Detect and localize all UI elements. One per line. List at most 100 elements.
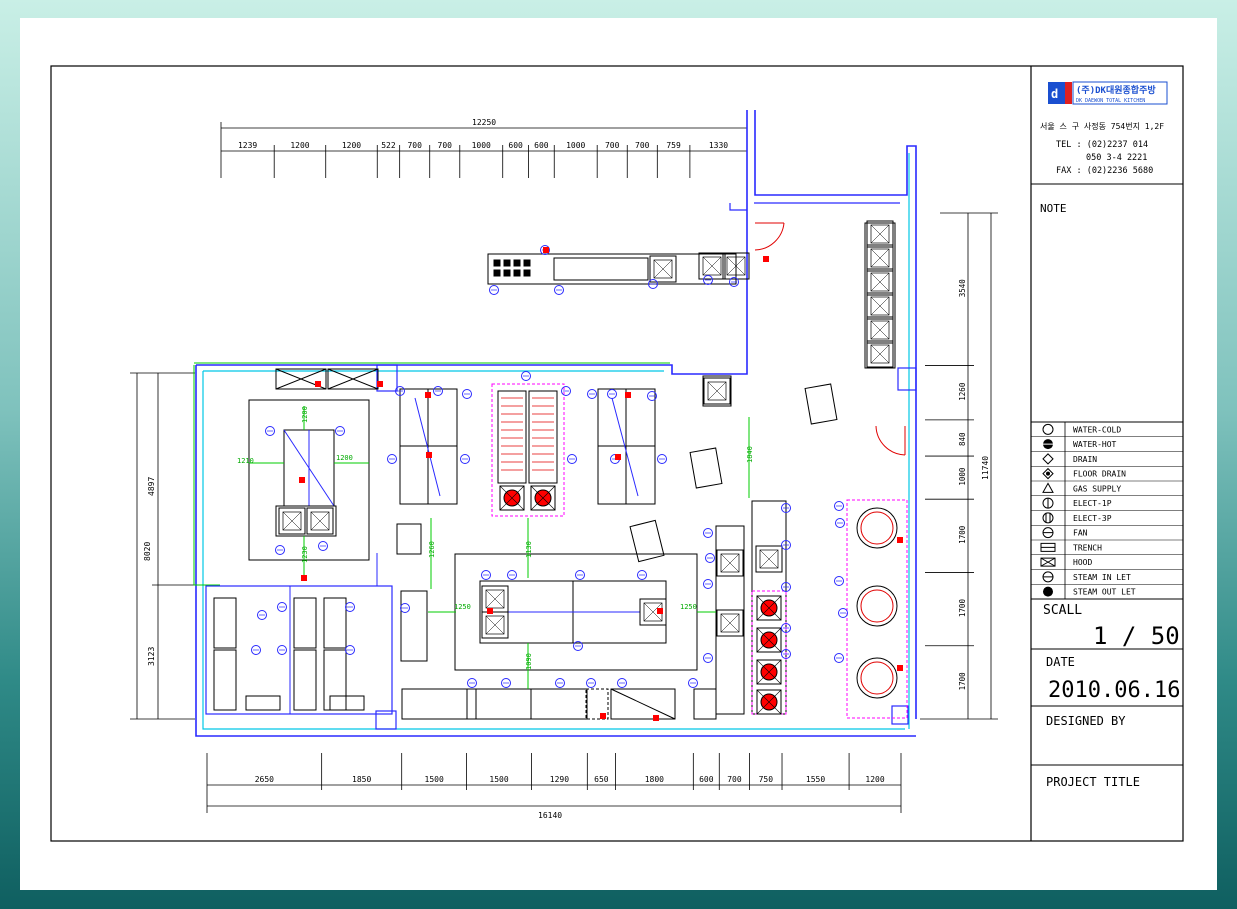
dim-bottom-seg: 1200 <box>865 775 884 784</box>
symbol-legend: WATER-COLD WATER-HOT DRAIN FLOOR DRAIN GAS S… <box>1031 422 1183 599</box>
note-label: NOTE <box>1040 202 1067 215</box>
legend-label: HOOD <box>1073 558 1092 567</box>
fan-icon <box>1042 527 1054 539</box>
svg-text:1230: 1230 <box>301 546 309 563</box>
elect-1p-icon <box>1042 497 1054 509</box>
elect-3p-icon <box>1042 512 1054 524</box>
svg-text:1840: 1840 <box>746 446 754 463</box>
company-address: 서울 스 구 사정동 754번지 1,2F <box>1040 121 1164 131</box>
svg-text:1090: 1090 <box>525 653 533 670</box>
dim-left-seg: 4897 <box>147 477 156 496</box>
dim-bottom-seg: 650 <box>594 775 609 784</box>
dim-right-seg: 1260 <box>958 382 967 401</box>
dim-bottom-seg: 750 <box>759 775 774 784</box>
dim-top-seg: 1239 <box>238 141 257 150</box>
water-hot-icon <box>1043 439 1053 450</box>
legend-label: TRENCH <box>1073 543 1102 552</box>
project-title-label: PROJECT TITLE <box>1046 775 1140 789</box>
date-label: DATE <box>1046 655 1075 669</box>
dim-bottom-seg: 600 <box>699 775 714 784</box>
legend-label: ELECT-1P <box>1073 499 1112 508</box>
drawing-sheet: d (주)DK대원종합주방 DK DAEWON TOTAL KITCHEN 서울… <box>20 18 1217 890</box>
dim-left-seg: 3123 <box>147 647 156 666</box>
designed-by-label: DESIGNED BY <box>1046 714 1126 728</box>
dim-bottom-seg: 1800 <box>645 775 664 784</box>
steam-inlet-icon <box>1042 571 1054 583</box>
legend-label: GAS SUPPLY <box>1073 484 1121 493</box>
legend-label: FAN <box>1073 529 1088 538</box>
scale-label: SCALL <box>1043 603 1082 618</box>
utility-points <box>251 245 848 688</box>
dim-top-seg: 600 <box>508 141 523 150</box>
dimension-top: 12250 1239 1200 1200 522 700 700 1000 600 600 100… <box>220 118 748 178</box>
legend-label: STEAM OUT LET <box>1073 588 1136 597</box>
dim-right-seg: 1700 <box>958 672 967 691</box>
svg-text:1200: 1200 <box>301 406 309 423</box>
date-value: 2010.06.16 <box>1048 678 1180 703</box>
company-subtitle: DK DAEWON TOTAL KITCHEN <box>1076 98 1145 104</box>
dim-top-total: 12250 <box>472 118 496 127</box>
dim-right-seg: 1700 <box>958 599 967 618</box>
svg-text:d: d <box>1051 87 1058 101</box>
dim-top-seg: 759 <box>666 141 681 150</box>
dim-bottom-seg: 700 <box>727 775 742 784</box>
dim-bottom-seg: 2650 <box>255 775 274 784</box>
legend-label: ELECT-3P <box>1073 514 1112 523</box>
dim-right-total: 11740 <box>981 456 990 480</box>
legend-label: DRAIN <box>1073 455 1097 464</box>
dim-bottom-seg: 1500 <box>489 775 508 784</box>
dim-bottom-seg: 1850 <box>352 775 371 784</box>
dim-top-seg: 1000 <box>566 141 585 150</box>
steam-outlet-icon <box>1043 586 1053 597</box>
steam-kettles <box>846 499 908 719</box>
dim-bottom-seg: 1500 <box>425 775 444 784</box>
dimension-bottom: 16140 2650 1850 1500 1500 1290 650 1800 600 700 7… <box>206 753 902 820</box>
legend-label: STEAM IN LET <box>1073 573 1131 582</box>
drain-icon <box>1042 453 1054 465</box>
dim-top-seg: 522 <box>381 141 396 150</box>
dim-right-seg: 1700 <box>958 525 967 544</box>
company-name: (주)DK대원종합주방 <box>1076 84 1156 96</box>
dim-top-seg: 700 <box>635 141 650 150</box>
svg-text:1200: 1200 <box>336 454 353 462</box>
dim-top-seg: 1200 <box>342 141 361 150</box>
dim-top-seg: 700 <box>407 141 422 150</box>
floor-plan-drawing: d (주)DK대원종합주방 DK DAEWON TOTAL KITCHEN 서울… <box>50 65 1184 842</box>
dim-bottom-seg: 1550 <box>806 775 825 784</box>
dim-bottom-total: 16140 <box>538 811 562 820</box>
company-logo: d (주)DK대원종합주방 DK DAEWON TOTAL KITCHEN <box>1048 81 1168 105</box>
hood-icon <box>1040 557 1056 567</box>
dim-bottom-seg: 1290 <box>550 775 569 784</box>
dim-right-seg: 1000 <box>958 467 967 486</box>
sheet-border <box>50 65 1184 842</box>
dim-top-seg: 1330 <box>709 141 728 150</box>
dim-right-seg: 840 <box>958 432 967 446</box>
title-block: d (주)DK대원종합주방 DK DAEWON TOTAL KITCHEN 서울… <box>1031 81 1183 789</box>
dim-top-seg: 700 <box>605 141 620 150</box>
dim-top-seg: 700 <box>438 141 453 150</box>
legend-label: WATER-HOT <box>1073 440 1117 449</box>
scale-value: 1 / 50 <box>1093 622 1180 650</box>
gas-supply-icon <box>1042 482 1054 493</box>
dim-top-seg: 1200 <box>290 141 309 150</box>
equipment-layout <box>213 220 908 720</box>
company-tel-1: TEL : (02)2237 014 <box>1056 140 1148 150</box>
svg-text:1130: 1130 <box>525 541 533 558</box>
dim-top-seg: 600 <box>534 141 549 150</box>
svg-text:1260: 1260 <box>428 541 436 558</box>
dim-right-seg: 3540 <box>958 279 967 298</box>
dimension-left: 8020 4897 3123 <box>130 372 195 720</box>
dim-left-total: 8020 <box>143 542 152 561</box>
water-cold-icon <box>1042 423 1054 435</box>
dimension-right: 11740 3540 1260 840 1000 1700 1700 1700 <box>920 212 998 720</box>
connection-points <box>299 247 903 721</box>
interior-dimension-labels: 1200 1210 1200 1230 1260 1840 1130 1250 … <box>237 406 754 670</box>
legend-label: FLOOR DRAIN <box>1073 470 1126 479</box>
svg-text:1250: 1250 <box>454 603 471 611</box>
trench-icon <box>1040 542 1056 552</box>
floor-drain-icon <box>1042 467 1054 480</box>
dim-top-seg: 1000 <box>472 141 491 150</box>
legend-label: WATER-COLD <box>1073 425 1121 434</box>
svg-text:1210: 1210 <box>237 457 254 465</box>
company-tel-2: 050 3-4 2221 <box>1086 153 1147 163</box>
